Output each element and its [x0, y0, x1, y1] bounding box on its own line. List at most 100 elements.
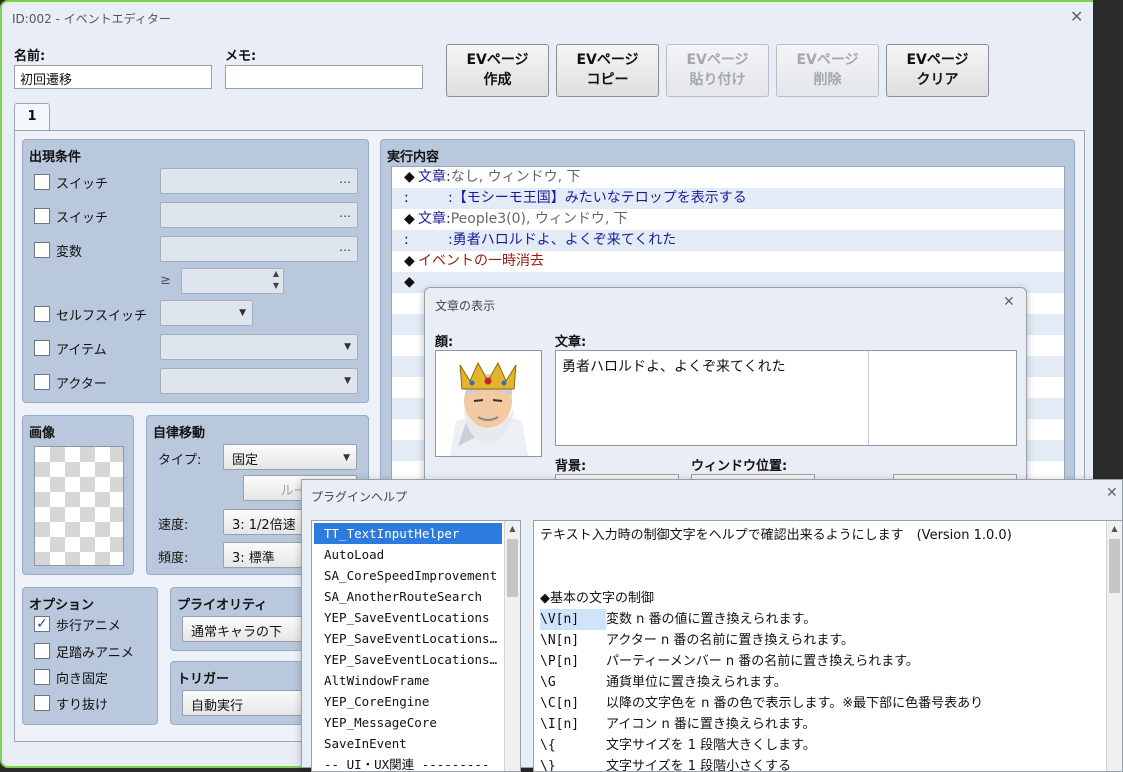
walk-anim-checkbox[interactable]: ✓ — [34, 616, 50, 632]
actor-checkbox[interactable] — [34, 374, 50, 390]
through-checkbox[interactable] — [34, 695, 50, 711]
self-switch-checkbox[interactable] — [34, 306, 50, 322]
ev-page-copy-button[interactable]: EVページ コピー — [556, 44, 659, 97]
button-line1: EVページ — [906, 52, 969, 68]
variable-field[interactable]: … — [160, 236, 358, 262]
help-description: テキスト入力時の制御文字をヘルプで確認出来るようにします (Version 1.… — [540, 528, 1012, 543]
item-select[interactable]: ▼ — [160, 334, 358, 360]
name-label: 名前: — [14, 49, 46, 64]
plugin-list-item[interactable]: AutoLoad — [314, 544, 502, 565]
self-switch-select[interactable]: ▼ — [160, 300, 253, 326]
options-panel: オプション ✓ 歩行アニメ 足踏みアニメ 向き固定 すり抜け — [22, 587, 158, 725]
plugin-help-window: プラグインヘルプ ✕ TT_TextInputHelper AutoLoad SA_… — [301, 479, 1123, 772]
direction-fix-checkbox[interactable] — [34, 669, 50, 685]
help-description: 以降の文字色を n 番の色で表示します。※最下部に色番号表あり — [606, 696, 984, 711]
switch2-field[interactable]: … — [160, 202, 358, 228]
plugin-list-item[interactable]: YEP_SaveEventLocations… — [314, 649, 502, 670]
spin-up-icon[interactable]: ▲ — [273, 269, 279, 278]
control-code: \} — [540, 759, 556, 772]
switch2-checkbox[interactable] — [34, 208, 50, 224]
tab-page-1[interactable]: 1 — [14, 103, 50, 131]
switch1-label: スイッチ — [56, 177, 109, 192]
image-title: 画像 — [29, 426, 56, 441]
plugin-list-scrollbar[interactable]: ▲ — [504, 521, 520, 771]
step-anim-checkbox[interactable] — [34, 643, 50, 659]
through-label: すり抜け — [56, 698, 109, 713]
close-icon[interactable]: ✕ — [1003, 294, 1015, 310]
face-portrait[interactable] — [435, 350, 542, 457]
walk-anim-label: 歩行アニメ — [56, 619, 121, 634]
ev-page-delete-button[interactable]: EVページ 削除 — [776, 44, 879, 97]
scroll-up-icon[interactable]: ▲ — [1107, 521, 1122, 537]
event-command-row[interactable]: ◆ イベントの一時消去 — [392, 251, 1064, 272]
command-args: 【モシーモ王国】みたいなテロップを表示する — [452, 190, 747, 206]
button-line2: 作成 — [483, 72, 512, 88]
scroll-up-icon[interactable]: ▲ — [505, 521, 520, 537]
event-command-row[interactable]: ::勇者ハロルドよ、よくぞ来てくれた — [392, 230, 1064, 251]
conditions-panel: 出現条件 スイッチ … スイッチ … 変数 … ≥ ▲ ▼ セルフスイッチ ▼ … — [22, 139, 369, 403]
ev-page-paste-button[interactable]: EVページ 貼り付け — [666, 44, 769, 97]
plugin-list-item[interactable]: YEP_MessageCore — [314, 712, 502, 733]
item-checkbox[interactable] — [34, 340, 50, 356]
help-line: \N[n] アクター n 番の名前に置き換えられます。 — [540, 630, 854, 651]
button-line2: コピー — [586, 72, 629, 88]
movement-frequency-value: 3: 標準 — [232, 551, 275, 566]
variable-value-stepper[interactable]: ▲ ▼ — [181, 268, 284, 294]
spin-down-icon[interactable]: ▼ — [273, 281, 279, 290]
help-description: 通貨単位に置き換えられます。 — [606, 675, 787, 690]
event-command-row[interactable]: ◆ 文章:なし, ウィンドウ, 下 — [392, 167, 1064, 188]
switch1-checkbox[interactable] — [34, 174, 50, 190]
scroll-thumb[interactable] — [1109, 539, 1120, 593]
close-icon[interactable]: ✕ — [1070, 7, 1083, 26]
button-line1: EVページ — [796, 52, 859, 68]
command-prefix: : — [404, 232, 409, 248]
command-prefix: ◆ — [404, 274, 415, 290]
memo-input[interactable] — [225, 65, 423, 89]
help-line: \C[n] 以降の文字色を n 番の色で表示します。※最下部に色番号表あり — [540, 693, 983, 714]
plugin-list-item[interactable]: YEP_SaveEventLocations — [314, 607, 502, 628]
command-prefix: : — [404, 190, 409, 206]
name-input[interactable]: 初回遷移 — [14, 65, 212, 89]
control-code: \P[n] — [540, 654, 580, 669]
ev-page-create-button[interactable]: EVページ 作成 — [446, 44, 549, 97]
plugin-help-text[interactable]: テキスト入力時の制御文字をヘルプで確認出来るようにします (Version 1.… — [533, 520, 1123, 772]
button-line2: クリア — [916, 72, 959, 88]
event-command-row[interactable]: ◆ 文章:People3(0), ウィンドウ, 下 — [392, 209, 1064, 230]
speed-label: 速度: — [158, 518, 189, 533]
message-textarea[interactable]: 勇者ハロルドよ、よくぞ来てくれた — [555, 350, 1017, 446]
plugin-list-item[interactable]: -- UI・UX関連 --------- — [314, 754, 502, 771]
plugin-list-item[interactable]: YEP_SaveEventLocations… — [314, 628, 502, 649]
button-line1: EVページ — [686, 52, 749, 68]
plugin-list[interactable]: TT_TextInputHelper AutoLoad SA_CoreSpeedIm… — [311, 520, 521, 772]
scroll-thumb[interactable] — [507, 539, 518, 597]
actor-select[interactable]: ▼ — [160, 368, 358, 394]
direction-fix-label: 向き固定 — [56, 672, 109, 687]
help-line: \G 通貨単位に置き換えられます。 — [540, 672, 787, 693]
switch1-field[interactable]: … — [160, 168, 358, 194]
ellipsis-icon: … — [339, 240, 351, 254]
plugin-list-item[interactable]: SaveInEvent — [314, 733, 502, 754]
movement-type-select[interactable]: 固定 ▼ — [223, 444, 357, 470]
control-code: \G — [540, 675, 556, 690]
self-switch-label: セルフスイッチ — [56, 309, 148, 324]
plugin-list-item[interactable]: AltWindowFrame — [314, 670, 502, 691]
button-line2: 貼り付け — [689, 72, 746, 88]
plugin-list-item[interactable]: SA_AnotherRouteSearch — [314, 586, 502, 607]
variable-checkbox[interactable] — [34, 242, 50, 258]
window-title: ID:002 - イベントエディター — [12, 12, 171, 26]
plugin-list-item[interactable]: TT_TextInputHelper — [314, 523, 502, 544]
plugin-help-title: プラグインヘルプ — [311, 490, 408, 504]
event-image-preview[interactable] — [34, 446, 124, 566]
event-command-row[interactable]: ::【モシーモ王国】みたいなテロップを表示する — [392, 188, 1064, 209]
image-panel: 画像 — [22, 415, 134, 575]
plugin-list-item[interactable]: SA_CoreSpeedImprovement — [314, 565, 502, 586]
message-text: 勇者ハロルドよ、よくぞ来てくれた — [562, 359, 786, 375]
help-text-scrollbar[interactable]: ▲ — [1106, 521, 1122, 771]
step-anim-label: 足踏みアニメ — [56, 646, 134, 661]
ev-page-clear-button[interactable]: EVページ クリア — [886, 44, 989, 97]
memo-label: メモ: — [225, 49, 257, 64]
close-icon[interactable]: ✕ — [1106, 485, 1118, 501]
window-position-label: ウィンドウ位置: — [691, 459, 788, 474]
help-line: \{文字サイズを 1 段階大きくします。 — [540, 735, 816, 756]
plugin-list-item[interactable]: YEP_CoreEngine — [314, 691, 502, 712]
